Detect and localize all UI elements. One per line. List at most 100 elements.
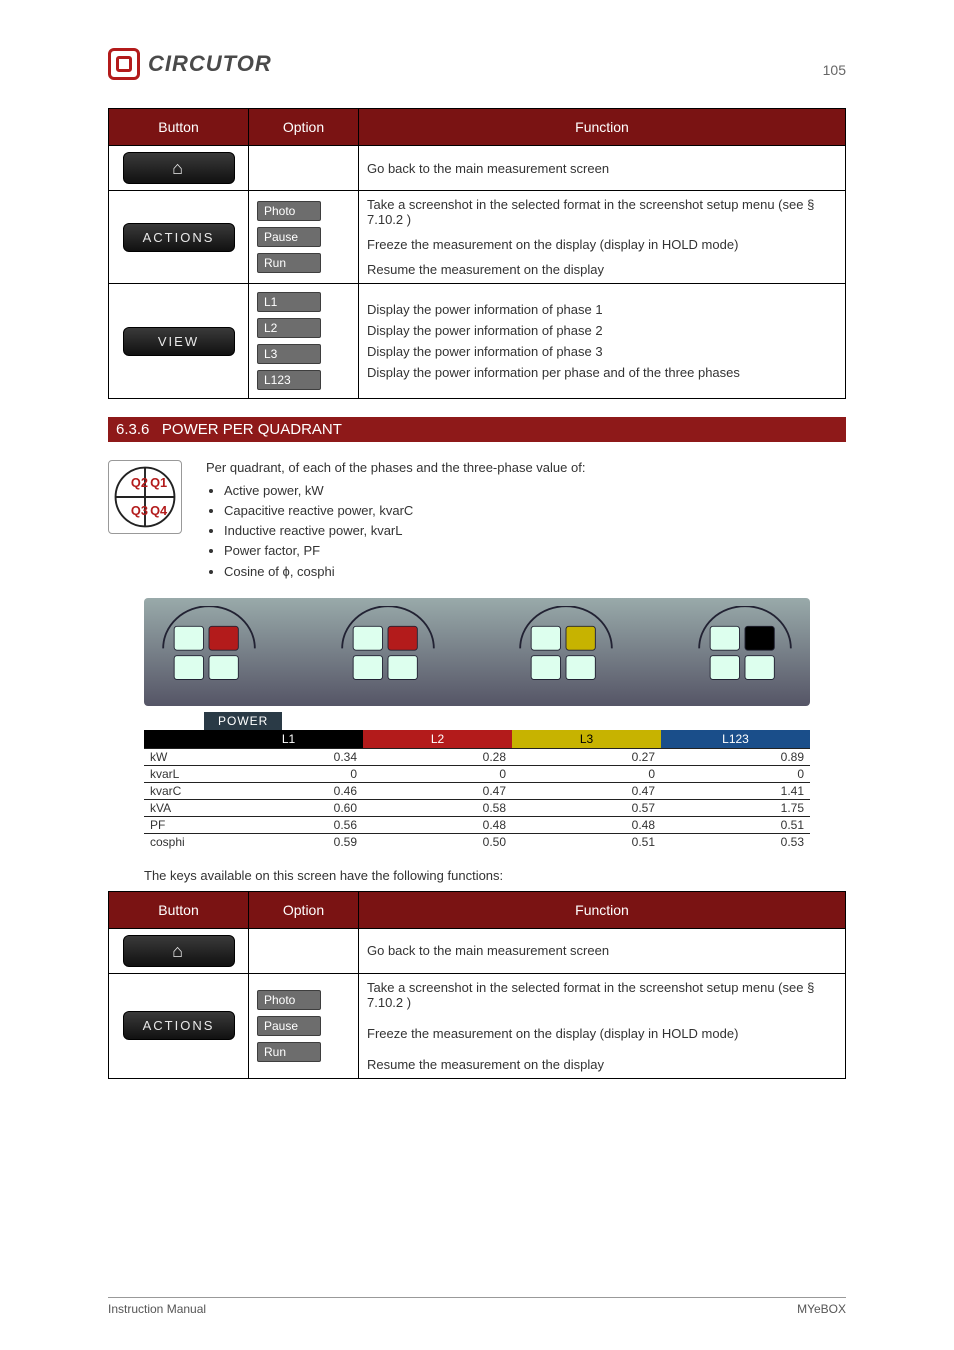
option-l123[interactable]: L123 bbox=[257, 370, 321, 390]
footer-left: Instruction Manual bbox=[108, 1302, 206, 1316]
table-row: kvarC0.460.470.471.41 bbox=[144, 782, 810, 799]
option-photo[interactable]: Photo bbox=[257, 201, 321, 221]
table-row: kvarL0000 bbox=[144, 765, 810, 782]
svg-text:Q3: Q3 bbox=[131, 503, 148, 518]
row-label: kW bbox=[144, 748, 214, 765]
quadrant-card bbox=[511, 606, 621, 698]
table-row: cosphi0.590.500.510.53 bbox=[144, 833, 810, 850]
fn-text: Go back to the main measurement screen bbox=[359, 146, 846, 191]
svg-text:Q2: Q2 bbox=[131, 475, 148, 490]
col-blank bbox=[144, 730, 214, 749]
row-value: 0 bbox=[363, 765, 512, 782]
fn-text: Display the power information per phase … bbox=[367, 365, 837, 380]
home-button[interactable]: ⌂ bbox=[123, 152, 235, 184]
row-label: PF bbox=[144, 816, 214, 833]
row-value: 0.48 bbox=[363, 816, 512, 833]
row-value: 0 bbox=[661, 765, 810, 782]
footer-right: MYeBOX bbox=[797, 1302, 846, 1316]
quadrant-preview-strip bbox=[144, 598, 810, 706]
table-row: ⌂ Go back to the main measurement screen bbox=[109, 928, 846, 973]
button-option-function-table: Button Option Function ⌂ Go back to the … bbox=[108, 108, 846, 399]
col-option: Option bbox=[249, 109, 359, 146]
actions-button[interactable]: ACTIONS bbox=[123, 1011, 235, 1040]
row-value: 0.47 bbox=[512, 782, 661, 799]
row-value: 1.75 bbox=[661, 799, 810, 816]
table-row: kVA0.600.580.571.75 bbox=[144, 799, 810, 816]
section-title: POWER PER QUADRANT bbox=[162, 421, 342, 438]
option-run[interactable]: Run bbox=[257, 253, 321, 273]
svg-text:Q4: Q4 bbox=[150, 503, 168, 518]
paragraph: The keys available on this screen have t… bbox=[144, 868, 810, 883]
table-row: ACTIONS Photo Pause Run Take a screensho… bbox=[109, 191, 846, 284]
row-value: 0.34 bbox=[214, 748, 363, 765]
row-value: 0.46 bbox=[214, 782, 363, 799]
brand-header: CIRCUTOR bbox=[108, 48, 846, 80]
fn-text: Take a screenshot in the selected format… bbox=[367, 197, 837, 227]
col-function: Function bbox=[359, 109, 846, 146]
col-button: Button bbox=[109, 891, 249, 928]
row-value: 0.53 bbox=[661, 833, 810, 850]
fn-text: Resume the measurement on the display bbox=[367, 262, 837, 277]
option-pause[interactable]: Pause bbox=[257, 227, 321, 247]
row-label: kvarL bbox=[144, 765, 214, 782]
page-number-top: 105 bbox=[823, 62, 846, 78]
row-value: 0.48 bbox=[512, 816, 661, 833]
row-value: 0.89 bbox=[661, 748, 810, 765]
section-number: 6.3.6 bbox=[116, 421, 149, 438]
fn-text: Freeze the measurement on the display (d… bbox=[367, 237, 837, 252]
row-value: 0.50 bbox=[363, 833, 512, 850]
row-label: kvarC bbox=[144, 782, 214, 799]
fn-text: Display the power information of phase 1 bbox=[367, 302, 837, 317]
fn-text: Display the power information of phase 2 bbox=[367, 323, 837, 338]
row-value: 0.51 bbox=[661, 816, 810, 833]
quadrant-card bbox=[690, 606, 800, 698]
row-value: 0.27 bbox=[512, 748, 661, 765]
row-value: 1.41 bbox=[661, 782, 810, 799]
list-item: Active power, kW bbox=[224, 481, 585, 501]
option-l3[interactable]: L3 bbox=[257, 344, 321, 364]
row-value: 0 bbox=[214, 765, 363, 782]
option-photo[interactable]: Photo bbox=[257, 990, 321, 1010]
fn-text: Go back to the main measurement screen bbox=[359, 928, 846, 973]
list-item: Capacitive reactive power, kvarC bbox=[224, 501, 585, 521]
list-item: Inductive reactive power, kvarL bbox=[224, 521, 585, 541]
home-button[interactable]: ⌂ bbox=[123, 935, 235, 967]
table-row: PF0.560.480.480.51 bbox=[144, 816, 810, 833]
col-button: Button bbox=[109, 109, 249, 146]
page-footer: Instruction Manual MYeBOX bbox=[108, 1297, 846, 1316]
col-function: Function bbox=[359, 891, 846, 928]
option-l2[interactable]: L2 bbox=[257, 318, 321, 338]
brand-name: CIRCUTOR bbox=[148, 51, 272, 77]
list-item: Cosine of ϕ, cosphi bbox=[224, 562, 585, 582]
row-value: 0.57 bbox=[512, 799, 661, 816]
col-l1: L1 bbox=[214, 730, 363, 749]
row-value: 0 bbox=[512, 765, 661, 782]
row-value: 0.58 bbox=[363, 799, 512, 816]
quadrant-icon: Q2 Q1 Q3 Q4 bbox=[108, 460, 182, 534]
fn-text: Freeze the measurement on the display (d… bbox=[367, 1026, 837, 1041]
row-value: 0.59 bbox=[214, 833, 363, 850]
col-l123: L123 bbox=[661, 730, 810, 749]
list-item: Power factor, PF bbox=[224, 541, 585, 561]
table-row: ACTIONS Photo Pause Run Take a screensho… bbox=[109, 973, 846, 1078]
col-option: Option bbox=[249, 891, 359, 928]
measurements-list: Active power, kW Capacitive reactive pow… bbox=[224, 481, 585, 582]
option-l1[interactable]: L1 bbox=[257, 292, 321, 312]
col-l3: L3 bbox=[512, 730, 661, 749]
row-label: cosphi bbox=[144, 833, 214, 850]
button-option-function-table-2: Button Option Function ⌂ Go back to the … bbox=[108, 891, 846, 1079]
table-row: ⌂ Go back to the main measurement screen bbox=[109, 146, 846, 191]
col-l2: L2 bbox=[363, 730, 512, 749]
fn-text: Take a screenshot in the selected format… bbox=[367, 980, 837, 1010]
quadrant-card bbox=[154, 606, 264, 698]
table-row: kW0.340.280.270.89 bbox=[144, 748, 810, 765]
view-button[interactable]: VIEW bbox=[123, 327, 235, 356]
brand-mark-icon bbox=[108, 48, 140, 80]
row-value: 0.56 bbox=[214, 816, 363, 833]
option-run[interactable]: Run bbox=[257, 1042, 321, 1062]
quadrant-card bbox=[333, 606, 443, 698]
fn-text: Resume the measurement on the display bbox=[367, 1057, 837, 1072]
actions-button[interactable]: ACTIONS bbox=[123, 223, 235, 252]
row-value: 0.28 bbox=[363, 748, 512, 765]
option-pause[interactable]: Pause bbox=[257, 1016, 321, 1036]
